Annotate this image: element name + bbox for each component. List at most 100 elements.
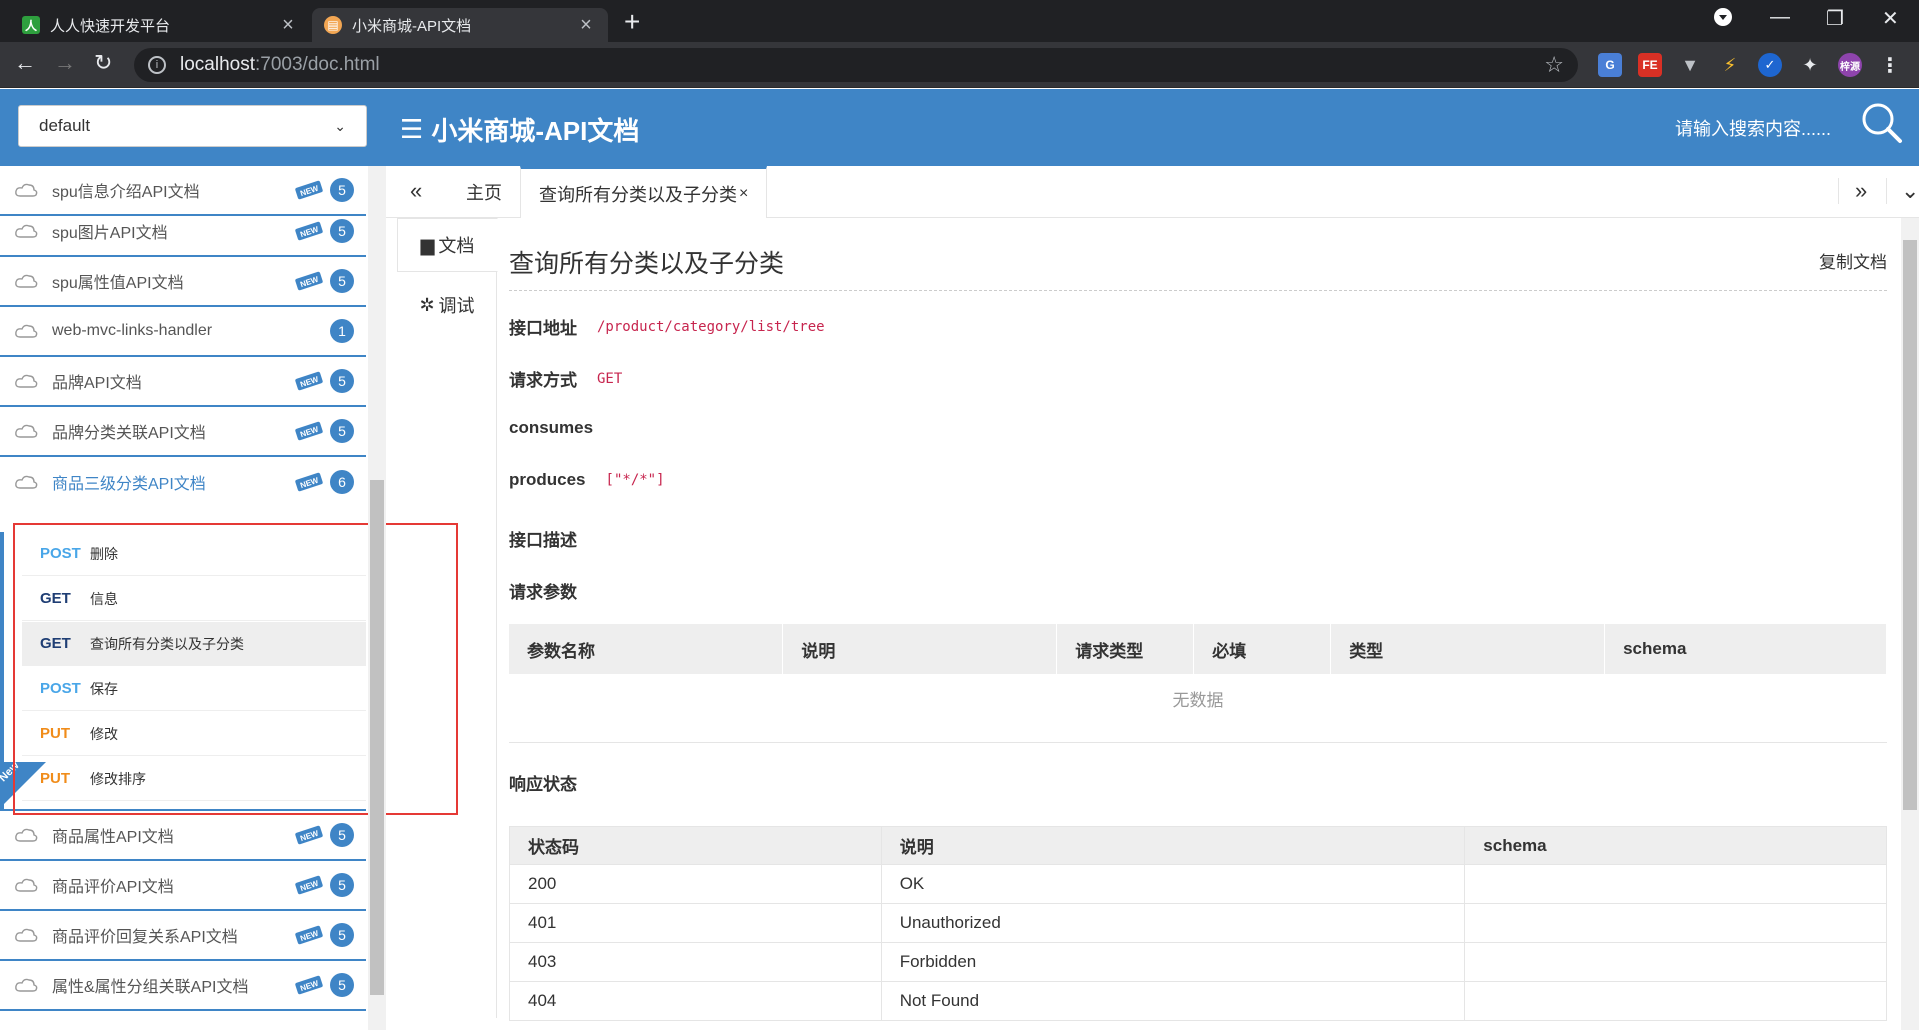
sidebar-item[interactable]: spu图片API文档 NEW 5	[0, 207, 366, 257]
extensions-puzzle-icon[interactable]: ✦	[1798, 53, 1822, 77]
api-cloud-icon	[15, 183, 38, 197]
sidebar-item[interactable]: 属性&属性分组关联API文档 NEW 5	[0, 961, 366, 1011]
sidebar-item-category[interactable]: 商品三级分类API文档 NEW 6	[0, 457, 366, 507]
highlight-box	[13, 523, 458, 815]
copy-doc-button[interactable]: 复制文档	[1819, 248, 1887, 273]
method-value: GET	[597, 370, 623, 387]
sidebar-item[interactable]: web-mvc-links-handler 1	[0, 307, 366, 357]
divider	[509, 742, 1887, 743]
table-row: 403 Forbidden	[509, 942, 1887, 982]
response-header-cell: 说明	[880, 826, 1466, 865]
browser-menu-icon[interactable]: ⋮	[1878, 53, 1902, 77]
api-doc-panel: 查询所有分类以及子分类 复制文档 接口地址 /product/category/…	[509, 218, 1887, 1030]
sidebar-item[interactable]: 商品评价回复关系API文档 NEW 5	[0, 911, 366, 961]
group-select[interactable]: default ⌄	[18, 105, 367, 147]
api-cloud-icon	[15, 978, 38, 992]
address-label: 接口地址	[509, 319, 577, 338]
browser-tab-api-doc[interactable]: ▤ 小米商城-API文档 ×	[312, 8, 608, 42]
description-heading: 接口描述	[509, 531, 577, 550]
sidebar-item-label: 商品属性API文档	[52, 829, 174, 846]
tab-doc[interactable]: ▆ 文档	[397, 218, 498, 272]
response-heading: 响应状态	[509, 775, 577, 794]
schema-cell	[1464, 903, 1887, 943]
sidebar-item[interactable]: 商品属性API文档 NEW 5	[0, 809, 366, 861]
no-data-text: 无数据	[1172, 691, 1224, 710]
close-tab-icon[interactable]: ×	[739, 185, 748, 203]
response-header-row: 状态码 说明 schema	[509, 826, 1887, 865]
new-badge-icon: NEW	[295, 975, 323, 995]
sidebar-scrollbar-thumb[interactable]	[370, 480, 384, 995]
minimize-icon[interactable]: —	[1770, 6, 1790, 29]
content-tab-bar: « 主页 查询所有分类以及子分类 × » ⌄	[386, 166, 1919, 218]
reload-icon[interactable]: ↻	[94, 50, 112, 76]
table-row: 200 OK	[509, 864, 1887, 904]
count-badge: 5	[330, 923, 354, 947]
url-field[interactable]: i localhost:7003/doc.html ☆	[134, 48, 1578, 82]
api-cloud-icon	[15, 324, 38, 338]
status-code-cell: 403	[509, 942, 882, 982]
restore-icon[interactable]: ❐	[1826, 6, 1844, 31]
bug-icon: ✲	[419, 294, 435, 315]
fe-extension-icon[interactable]: FE	[1638, 53, 1662, 77]
window-close-icon[interactable]: ✕	[1882, 6, 1899, 31]
new-badge-icon: NEW	[295, 825, 323, 845]
browser-tab-title: 小米商城-API文档	[352, 17, 472, 35]
schema-cell	[1464, 864, 1887, 904]
sidebar-item[interactable]: 品牌分类关联API文档 NEW 5	[0, 407, 366, 457]
scroll-tabs-left-icon[interactable]: «	[410, 178, 422, 204]
sidebar-item-label: 品牌分类关联API文档	[52, 425, 206, 442]
app-title-text: 小米商城-API文档	[431, 116, 640, 146]
group-select-value: default	[39, 116, 91, 135]
tab-menu-chevron-icon[interactable]: ⌄	[1886, 178, 1919, 204]
back-icon[interactable]: ←	[14, 50, 36, 76]
tab-home[interactable]: 主页	[448, 166, 520, 218]
sidebar-item[interactable]: 商品评价API文档 NEW 5	[0, 861, 366, 911]
url-path: :7003/doc.html	[255, 54, 380, 75]
tab-current-api[interactable]: 查询所有分类以及子分类 ×	[520, 166, 768, 218]
sidebar-item[interactable]: spu属性值API文档 NEW 5	[0, 257, 366, 307]
new-badge-icon: NEW	[295, 472, 323, 492]
produces-value: ["*/*"]	[605, 472, 665, 488]
close-tab-icon[interactable]: ×	[576, 14, 596, 37]
new-tab-button[interactable]: +	[624, 6, 640, 38]
menu-toggle-icon[interactable]: ☰	[400, 114, 423, 145]
sidebar-item-label: spu信息介绍API文档	[52, 184, 200, 201]
doc-favicon-icon: ▤	[324, 16, 342, 34]
count-badge: 1	[330, 319, 354, 343]
new-badge-icon: NEW	[295, 371, 323, 391]
browser-tab-renren[interactable]: 人 人人快速开发平台 ×	[10, 8, 310, 42]
count-badge: 5	[330, 873, 354, 897]
new-badge-icon: NEW	[295, 421, 323, 441]
params-table: 参数名称 说明 请求类型 必填 类型 schema	[509, 624, 1887, 674]
new-badge-icon: NEW	[295, 180, 323, 200]
browser-tab-title: 人人快速开发平台	[50, 17, 171, 35]
check-extension-icon[interactable]: ✓	[1758, 53, 1782, 77]
url-host: localhost	[180, 54, 255, 75]
scroll-tabs-right-icon[interactable]: »	[1838, 178, 1867, 204]
tab-search-icon[interactable]	[1712, 6, 1734, 34]
site-info-icon[interactable]: i	[148, 56, 166, 74]
api-cloud-icon	[15, 374, 38, 388]
status-desc-cell: Not Found	[880, 981, 1466, 1021]
table-row: 401 Unauthorized	[509, 903, 1887, 943]
profile-avatar[interactable]: 梓源	[1838, 53, 1862, 77]
forward-icon[interactable]: →	[54, 50, 76, 76]
lightning-extension-icon[interactable]: ⚡	[1718, 53, 1742, 77]
vue-extension-icon[interactable]: ▼	[1678, 53, 1702, 77]
search-icon[interactable]	[1860, 101, 1904, 145]
content-scrollbar-thumb[interactable]	[1903, 240, 1917, 810]
sidebar-item-label: 品牌API文档	[52, 375, 142, 392]
close-tab-icon[interactable]: ×	[278, 14, 298, 37]
search-input[interactable]: 请输入搜索内容......	[1675, 115, 1831, 141]
status-desc-cell: Forbidden	[880, 942, 1466, 982]
count-badge: 5	[330, 269, 354, 293]
count-badge: 5	[330, 823, 354, 847]
api-cloud-icon	[15, 878, 38, 892]
sidebar-item[interactable]: 品牌API文档 NEW 5	[0, 357, 366, 407]
tab-current-label: 查询所有分类以及子分类	[539, 184, 737, 205]
tab-debug[interactable]: ✲ 调试	[397, 278, 497, 332]
title-divider	[509, 290, 1887, 291]
translate-extension-icon[interactable]: G	[1598, 53, 1622, 77]
bookmark-star-icon[interactable]: ☆	[1544, 52, 1564, 78]
new-badge-icon: NEW	[295, 925, 323, 945]
